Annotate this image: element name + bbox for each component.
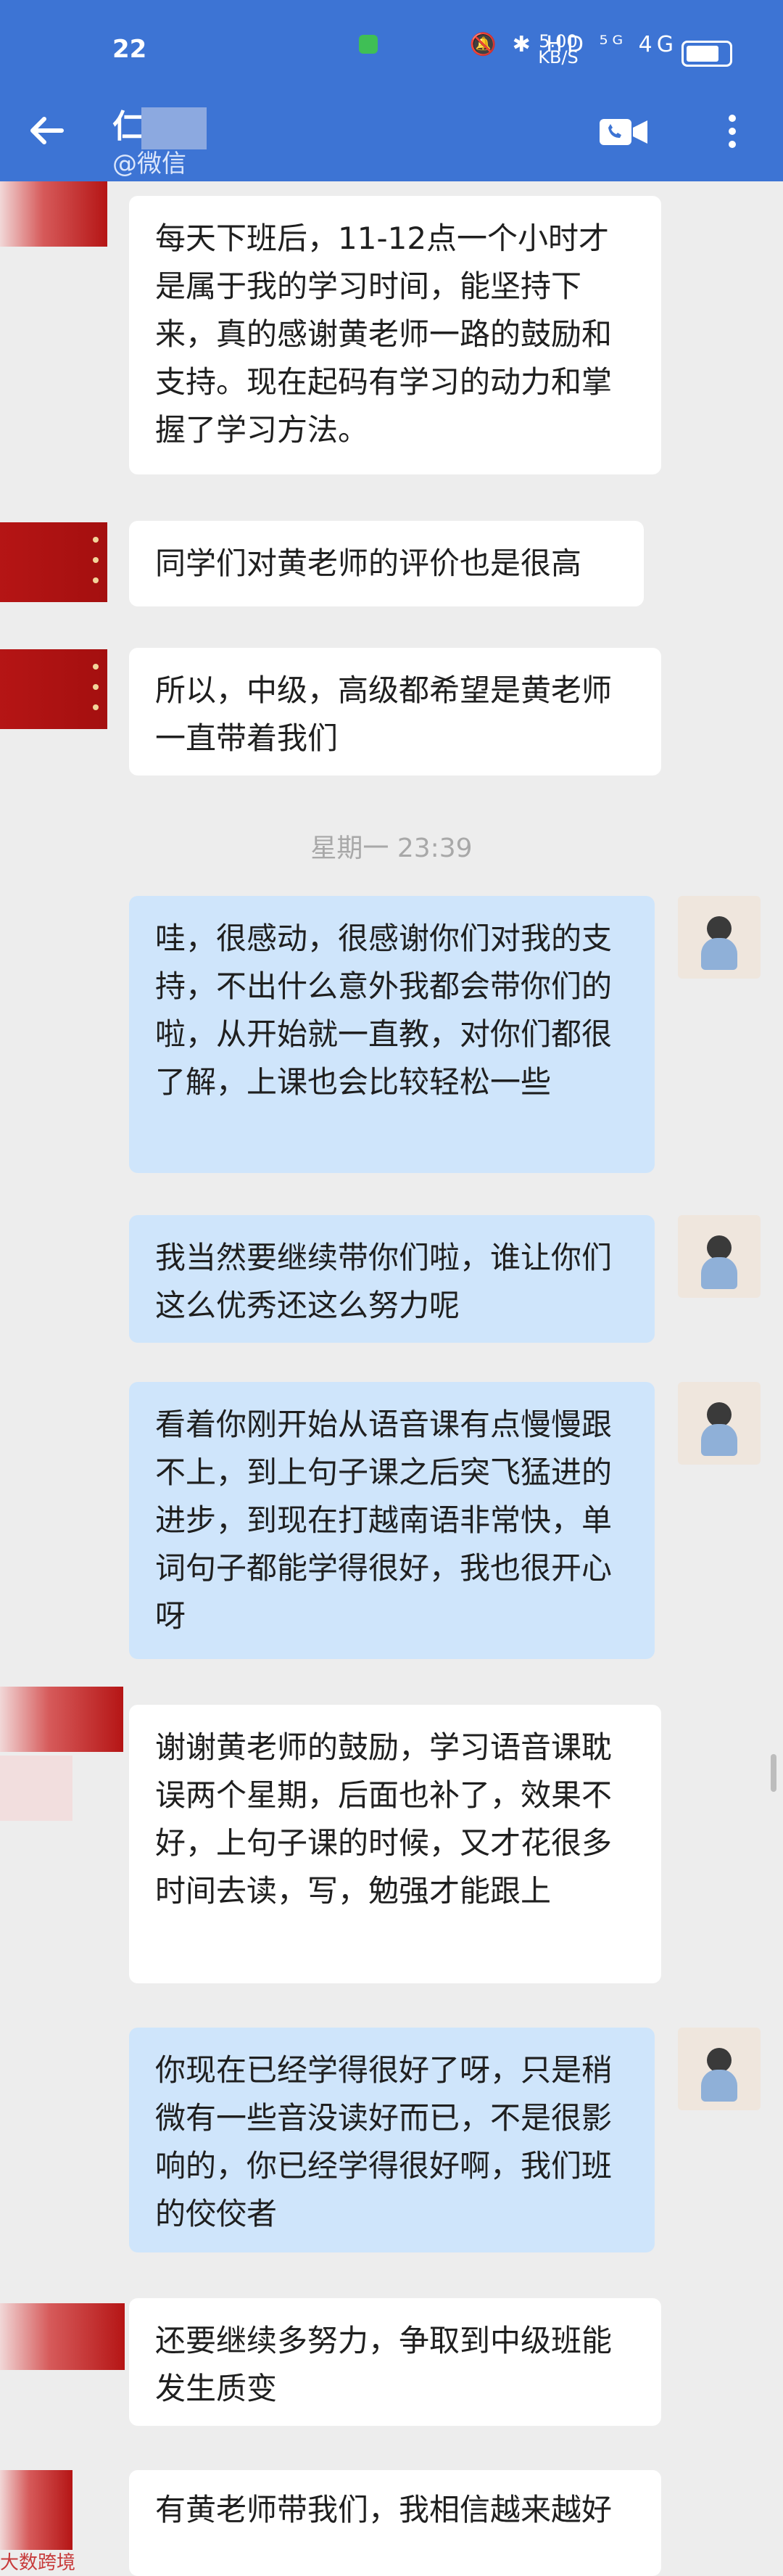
- contact-avatar[interactable]: [0, 649, 107, 729]
- chat-header: 22 5.00 KB/S 🔕 ✱ HD ⁵ᴳ 4G 仁 @微信: [0, 0, 783, 181]
- status-bar: 22 5.00 KB/S 🔕 ✱ HD ⁵ᴳ 4G: [0, 22, 783, 80]
- more-dot: [729, 128, 736, 135]
- avatar-body: [701, 1424, 737, 1456]
- contact-name: 仁: [112, 108, 144, 145]
- message-bubble-incoming: 还要继续多努力，争取到中级班能发生质变: [129, 2298, 661, 2426]
- contact-avatar[interactable]: [0, 2470, 72, 2550]
- message-bubble-incoming: 谢谢黄老师的鼓励，学习语音课耽误两个星期，后面也补了，效果不好，上句子课的时候，…: [129, 1705, 661, 1983]
- avatar-decoration: [93, 664, 99, 670]
- contact-subtitle: @微信: [112, 149, 186, 178]
- message-bubble-outgoing: 你现在已经学得很好了呀，只是稍微有一些音没读好而已，不是很影响的，你已经学得很好…: [129, 2028, 655, 2252]
- message-bubble-incoming: 有黄老师带我们，我相信越来越好: [129, 2470, 661, 2576]
- more-dot: [729, 115, 736, 122]
- avatar-head: [707, 1235, 732, 1260]
- time-divider: 星期一 23:39: [310, 834, 473, 863]
- more-button[interactable]: [721, 109, 743, 160]
- avatar-head: [707, 916, 732, 941]
- avatar-head: [707, 1402, 732, 1427]
- avatar-decoration: [93, 577, 99, 583]
- avatar-blur: [0, 1756, 72, 1821]
- message-bubble-incoming: 所以，中级，高级都希望是黄老师一直带着我们: [129, 648, 661, 775]
- battery-icon: [682, 41, 732, 67]
- my-avatar[interactable]: [678, 896, 761, 979]
- avatar-body: [701, 938, 737, 970]
- my-avatar[interactable]: [678, 2028, 761, 2110]
- message-bubble-outgoing: 我当然要继续带你们啦，谁让你们这么优秀还这么努力呢: [129, 1215, 655, 1343]
- avatar-decoration: [93, 537, 99, 543]
- status-time: 22: [112, 35, 147, 64]
- avatar-body: [701, 2070, 737, 2102]
- message-bubble-outgoing: 看着你刚开始从语音课有点慢慢跟不上，到上句子课之后突飞猛进的进步，到现在打越南语…: [129, 1382, 655, 1659]
- message-bubble-incoming: 同学们对黄老师的评价也是很高: [129, 521, 644, 606]
- contact-avatar[interactable]: [0, 2303, 125, 2370]
- message-bubble-incoming: 每天下班后，11-12点一个小时才是属于我的学习时间，能坚持下来，真的感谢黄老师…: [129, 196, 661, 474]
- video-call-button[interactable]: [598, 116, 649, 148]
- contact-avatar[interactable]: [0, 1687, 123, 1752]
- avatar-head: [707, 2048, 732, 2073]
- watermark-logo: 大数跨境: [0, 2552, 76, 2574]
- my-avatar[interactable]: [678, 1382, 761, 1465]
- app-notification-icon: [359, 35, 378, 54]
- contact-avatar[interactable]: [0, 181, 107, 247]
- back-button[interactable]: [25, 109, 69, 152]
- contact-avatar[interactable]: [0, 522, 107, 602]
- status-icons: 🔕 ✱ HD ⁵ᴳ 4G: [469, 32, 678, 57]
- arrow-left-icon: [30, 117, 64, 144]
- my-avatar[interactable]: [678, 1215, 761, 1298]
- avatar-body: [701, 1257, 737, 1289]
- message-bubble-outgoing: 哇，很感动，很感谢你们对我的支持，不出什么意外我都会带你们的啦，从开始就一直教，…: [129, 896, 655, 1173]
- avatar-decoration: [93, 557, 99, 563]
- avatar-decoration: [93, 684, 99, 690]
- more-dot: [729, 141, 736, 148]
- avatar-decoration: [93, 704, 99, 710]
- video-call-icon: [600, 119, 647, 145]
- scrollbar-thumb[interactable]: [771, 1754, 776, 1792]
